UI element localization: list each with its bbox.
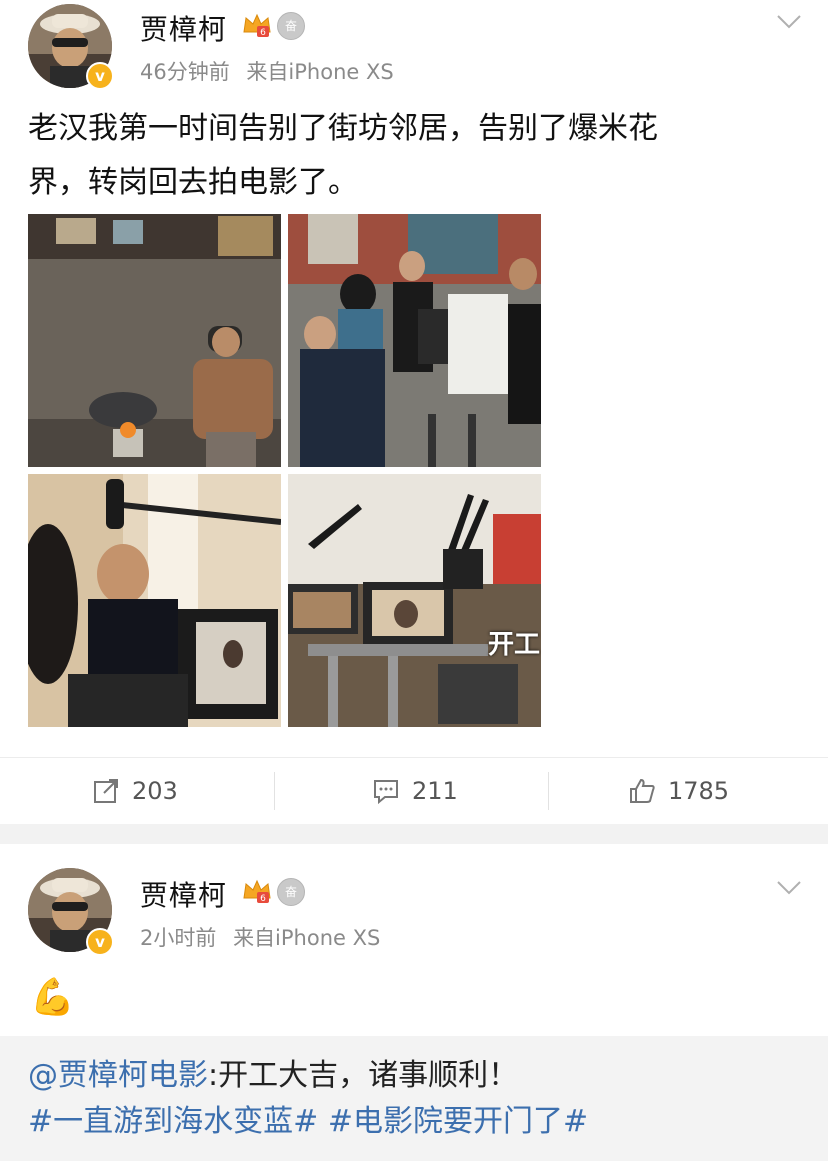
divider — [548, 772, 549, 810]
medal-icon[interactable]: 奋 — [277, 12, 305, 40]
repost-text: :开工大吉，诸事顺利！ — [208, 1058, 519, 1093]
verified-badge-icon: v — [86, 62, 114, 90]
repost-card[interactable]: @贾樟柯电影:开工大吉，诸事顺利！ #一直游到海水变蓝# #电影院要开门了# — [0, 1036, 828, 1161]
post-source: 来自iPhone XS — [233, 926, 381, 950]
crown-vip-icon[interactable]: 6 — [242, 878, 272, 904]
verified-badge-icon: v — [86, 928, 114, 956]
username[interactable]: 贾樟柯 — [140, 874, 227, 914]
like-icon — [630, 778, 655, 803]
repost-line-2: #一直游到海水变蓝# #电影院要开门了# — [28, 1100, 588, 1144]
username[interactable]: 贾樟柯 — [140, 8, 227, 48]
post-time: 46分钟前 — [140, 60, 230, 84]
post-text-line: 界，转岗回去拍电影了。 — [28, 165, 358, 200]
like-count: 1785 — [668, 777, 730, 805]
repost-icon — [94, 779, 118, 803]
repost-line-1: @贾樟柯电影:开工大吉，诸事顺利！ — [28, 1054, 518, 1098]
post-text: 老汉我第一时间告别了街坊邻居，告别了爆米花 界，转岗回去拍电影了。 — [28, 102, 658, 210]
post-meta: 2小时前 来自iPhone XS — [140, 922, 380, 952]
post-separator — [0, 824, 828, 844]
post-1: v 贾樟柯 6 奋 46分钟前 来自iPhone XS 老汉我第一时间告别了街坊… — [0, 0, 828, 824]
svg-text:6: 6 — [260, 894, 266, 904]
photo-camera-monitors[interactable]: 开工 — [288, 474, 541, 727]
post-meta: 46分钟前 来自iPhone XS — [140, 56, 394, 86]
crown-vip-icon[interactable]: 6 — [242, 12, 272, 38]
chevron-down-icon[interactable] — [776, 880, 802, 896]
post-time: 2小时前 — [140, 926, 217, 950]
action-bar: 203 211 1785 — [0, 757, 828, 824]
comment-button[interactable]: 211 — [372, 758, 458, 824]
repost-button[interactable]: 203 — [92, 758, 178, 824]
photo-director-monitor[interactable] — [28, 474, 281, 727]
hashtag-link[interactable]: #电影院要开门了# — [328, 1104, 588, 1139]
like-button[interactable]: 1785 — [628, 758, 729, 824]
emoji-flexed-biceps: 💪 — [30, 977, 75, 1018]
chevron-down-icon[interactable] — [776, 14, 802, 30]
svg-text:6: 6 — [260, 28, 266, 38]
hashtag-link[interactable]: #一直游到海水变蓝# — [28, 1104, 318, 1139]
medal-icon[interactable]: 奋 — [277, 878, 305, 906]
post-source: 来自iPhone XS — [246, 60, 394, 84]
photo-popcorn-machine[interactable] — [28, 214, 281, 467]
photo-watermark-text: 开工 — [488, 630, 541, 660]
post-text-line: 老汉我第一时间告别了街坊邻居，告别了爆米花 — [28, 111, 658, 146]
repost-count: 203 — [132, 777, 178, 805]
divider — [274, 772, 275, 810]
photo-film-crew[interactable] — [288, 214, 541, 467]
mention-link[interactable]: @贾樟柯电影 — [28, 1058, 208, 1093]
comment-count: 211 — [412, 777, 458, 805]
comment-icon — [374, 780, 398, 805]
